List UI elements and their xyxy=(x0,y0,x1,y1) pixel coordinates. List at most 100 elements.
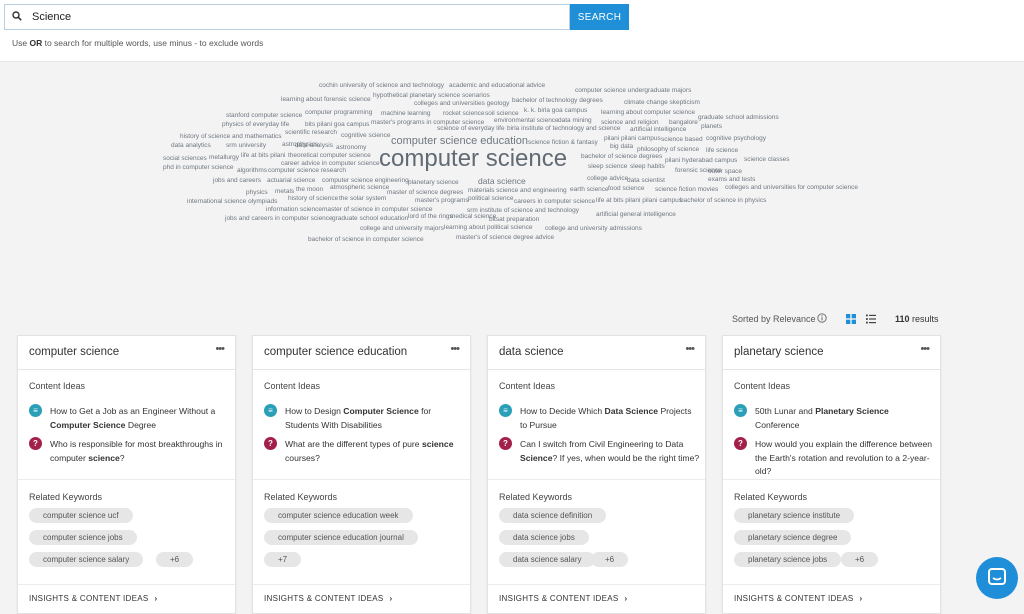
keyword-cloud-term[interactable]: academic and educational advice xyxy=(449,82,545,90)
keyword-cloud-term[interactable]: bachelor of science degrees xyxy=(581,153,662,161)
keyword-cloud-term[interactable]: data mining xyxy=(558,117,592,125)
card-title[interactable]: data science xyxy=(499,346,564,358)
card-title[interactable]: computer science xyxy=(29,346,119,358)
keyword-cloud-term[interactable]: science based xyxy=(661,136,703,144)
keyword-cloud-term[interactable]: the solar system xyxy=(339,195,386,203)
keyword-chip[interactable]: +6 xyxy=(156,552,194,567)
keyword-cloud-term[interactable]: international science olympiads xyxy=(187,198,277,206)
keyword-cloud-term[interactable]: cognitive science xyxy=(341,132,391,140)
keyword-cloud-term[interactable]: history of science and mathematics xyxy=(180,133,282,141)
keyword-cloud-term[interactable]: big data xyxy=(610,143,633,151)
insights-link[interactable]: INSIGHTS & CONTENT IDEAS › xyxy=(734,594,862,603)
search-button[interactable]: SEARCH xyxy=(570,4,629,30)
more-options-icon[interactable]: ••• xyxy=(685,343,695,355)
grid-view-icon[interactable] xyxy=(846,314,856,324)
keyword-cloud-term[interactable]: exams and tests xyxy=(708,176,755,184)
keyword-cloud-term[interactable]: master's of science degree advice xyxy=(456,234,554,242)
keyword-chip[interactable]: planetary science institute xyxy=(734,508,855,523)
keyword-cloud-term[interactable]: astronomy xyxy=(336,144,366,152)
insights-link[interactable]: INSIGHTS & CONTENT IDEAS › xyxy=(499,594,627,603)
keyword-cloud-term[interactable]: jobs and careers in computer science xyxy=(225,215,333,223)
keyword-cloud-term[interactable]: history of science xyxy=(288,195,338,203)
keyword-cloud-term[interactable]: cochin university of science and technol… xyxy=(319,82,444,90)
keyword-chip[interactable]: +6 xyxy=(841,552,879,567)
keyword-cloud-term[interactable]: climate change skepticism xyxy=(624,99,700,107)
more-options-icon[interactable]: ••• xyxy=(450,343,460,355)
keyword-cloud-term[interactable]: k. k. birla goa campus xyxy=(524,107,587,115)
keyword-cloud-term[interactable]: data scientist xyxy=(627,177,665,185)
keyword-cloud-term[interactable]: science fiction movies xyxy=(655,186,718,194)
keyword-chip[interactable]: data science jobs xyxy=(499,530,589,545)
keyword-cloud-term[interactable]: social sciences xyxy=(163,155,207,163)
keyword-cloud-term[interactable]: artificial general intelligence xyxy=(596,211,676,219)
more-options-icon[interactable]: ••• xyxy=(920,343,930,355)
keyword-cloud-term[interactable]: srm university xyxy=(226,142,266,150)
keyword-chip[interactable]: computer science education journal xyxy=(264,530,418,545)
keyword-chip[interactable]: computer science salary xyxy=(29,552,144,567)
keyword-cloud-term[interactable]: college and university majors xyxy=(360,225,444,233)
search-input[interactable]: Science xyxy=(4,4,570,30)
keyword-chip[interactable]: +7 xyxy=(264,552,302,567)
keyword-cloud-term[interactable]: physics xyxy=(246,189,268,197)
keyword-cloud-term[interactable]: life at bits pilani xyxy=(241,152,285,160)
keyword-cloud-term[interactable]: planetary science xyxy=(408,179,459,187)
keyword-cloud-term[interactable]: phd in computer science xyxy=(163,164,233,172)
keyword-cloud-term[interactable]: political science xyxy=(468,195,514,203)
keyword-cloud-term[interactable]: learning about computer science xyxy=(601,109,695,117)
keyword-cloud-term[interactable]: science of everyday life xyxy=(437,125,505,133)
info-icon[interactable] xyxy=(817,313,827,323)
keyword-cloud-term[interactable]: computer science research xyxy=(268,167,346,175)
keyword-cloud-term[interactable]: life science xyxy=(706,147,738,155)
keyword-cloud-term[interactable]: the moon xyxy=(296,186,323,194)
keyword-cloud-term[interactable]: actuarial science xyxy=(267,177,315,185)
keyword-cloud-term[interactable]: cognitive psychology xyxy=(706,135,766,143)
keyword-cloud-term[interactable]: stanford computer science xyxy=(226,112,302,120)
keyword-cloud-term[interactable]: atmospheric science xyxy=(330,184,389,192)
keyword-cloud-term[interactable]: computer science xyxy=(379,147,567,171)
keyword-cloud-term[interactable]: life at bits pilani pilani campus xyxy=(596,197,682,205)
keyword-cloud-term[interactable]: sleep science xyxy=(588,163,627,171)
chat-button[interactable] xyxy=(976,557,1018,599)
keyword-cloud-term[interactable]: lord of the rings xyxy=(408,213,453,221)
keyword-card[interactable]: data science ••• Content Ideas ≡ How to Deci… xyxy=(487,335,706,614)
keyword-cloud-term[interactable]: algorithms xyxy=(237,167,267,175)
keyword-chip[interactable]: computer science education week xyxy=(264,508,413,523)
keyword-chip[interactable]: planetary science jobs xyxy=(734,552,842,567)
keyword-chip[interactable]: computer science ucf xyxy=(29,508,133,523)
insights-link[interactable]: INSIGHTS & CONTENT IDEAS › xyxy=(264,594,392,603)
keyword-cloud-term[interactable]: sleep habits xyxy=(630,163,665,171)
card-title[interactable]: planetary science xyxy=(734,346,824,358)
keyword-cloud-term[interactable]: bachelor of science in physics xyxy=(680,197,766,205)
keyword-cloud-term[interactable]: planets xyxy=(701,123,722,131)
keyword-cloud-term[interactable]: jobs and careers xyxy=(213,177,261,185)
keyword-cloud-term[interactable]: computer programming xyxy=(305,109,372,117)
keyword-cloud-term[interactable]: rocket science xyxy=(443,110,485,118)
keyword-cloud-term[interactable]: scientific research xyxy=(285,129,337,137)
keyword-cloud-term[interactable]: college and university admissions xyxy=(545,225,642,233)
insights-link[interactable]: INSIGHTS & CONTENT IDEAS › xyxy=(29,594,157,603)
sort-label[interactable]: Sorted by Relevance xyxy=(732,314,816,324)
keyword-cloud-term[interactable]: master of science degrees xyxy=(387,189,463,197)
keyword-cloud-term[interactable]: birla institute of technology and scienc… xyxy=(507,125,620,133)
keyword-cloud-term[interactable]: environmental science xyxy=(494,117,559,125)
keyword-card[interactable]: planetary science ••• Content Ideas ≡ 50th L… xyxy=(722,335,941,614)
keyword-chip[interactable]: data science definition xyxy=(499,508,607,523)
keyword-cloud-term[interactable]: pilani pilani campus xyxy=(604,135,661,143)
keyword-card[interactable]: computer science education ••• Content Ide… xyxy=(252,335,471,614)
keyword-chip[interactable]: computer science jobs xyxy=(29,530,137,545)
keyword-cloud-term[interactable]: metallurgy xyxy=(209,154,239,162)
keyword-cloud-term[interactable]: college advice xyxy=(587,175,628,183)
keyword-cloud-term[interactable]: graduate school admissions xyxy=(698,114,779,122)
keyword-cloud-term[interactable]: computer science undergraduate majors xyxy=(575,87,691,95)
keyword-chip[interactable]: planetary science degree xyxy=(734,530,852,545)
keyword-cloud-term[interactable]: data analytics xyxy=(171,142,211,150)
keyword-cloud-term[interactable]: bitsat preparation xyxy=(489,216,539,224)
keyword-cloud-term[interactable]: materials science and engineering xyxy=(468,187,567,195)
keyword-cloud-term[interactable]: data analysis xyxy=(295,142,333,150)
keyword-cloud-term[interactable]: information science xyxy=(266,206,322,214)
keyword-cloud-term[interactable]: machine learning xyxy=(381,110,431,118)
keyword-cloud-term[interactable]: learning about political science xyxy=(444,224,533,232)
keyword-cloud-term[interactable]: bits pilani goa campus xyxy=(305,121,369,129)
keyword-cloud-term[interactable]: physics of everyday life xyxy=(222,121,289,129)
keyword-cloud-term[interactable]: pilani hyderabad campus xyxy=(665,157,737,165)
